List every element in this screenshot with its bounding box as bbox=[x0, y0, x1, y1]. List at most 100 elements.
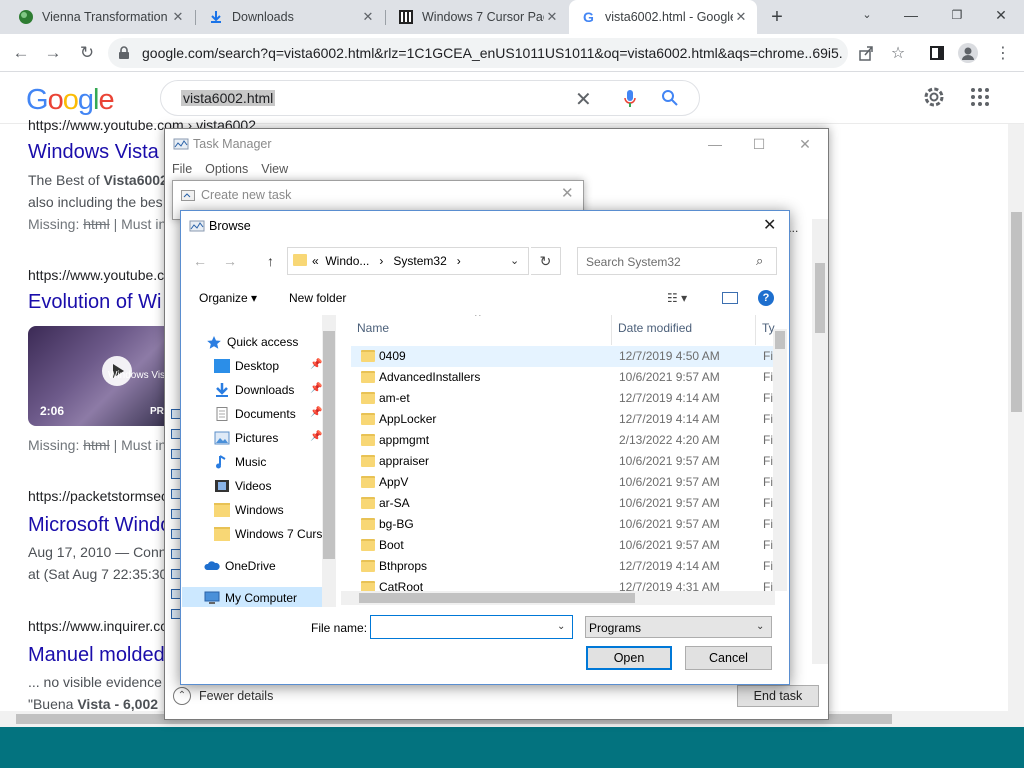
file-row[interactable]: Boot 10/6/2021 9:57 AM Fi bbox=[351, 535, 775, 556]
file-list-scrollbar[interactable] bbox=[773, 329, 787, 591]
column-date-modified[interactable]: Date modified bbox=[618, 321, 692, 335]
close-icon[interactable]: ✕ bbox=[544, 9, 560, 25]
minimize-icon[interactable]: — bbox=[695, 133, 735, 155]
nav-downloads[interactable]: Downloads 📌 bbox=[214, 379, 322, 401]
maximize-icon[interactable]: ☐ bbox=[739, 133, 779, 155]
page-scroll-thumb[interactable] bbox=[1011, 212, 1022, 412]
close-icon[interactable]: ✕ bbox=[170, 9, 186, 25]
new-folder-button[interactable]: New folder bbox=[289, 291, 346, 305]
file-row[interactable]: appraiser 10/6/2021 9:57 AM Fi bbox=[351, 451, 775, 472]
google-logo[interactable]: Google bbox=[26, 84, 115, 117]
pin-icon[interactable]: 📌 bbox=[310, 359, 322, 370]
pin-icon[interactable]: 📌 bbox=[310, 383, 322, 394]
column-name[interactable]: Name bbox=[357, 321, 389, 335]
result-url[interactable]: https://www.inquirer.cc bbox=[28, 618, 167, 634]
back-arrow-icon[interactable]: ← bbox=[8, 40, 34, 66]
menu-options[interactable]: Options bbox=[205, 162, 248, 176]
file-row[interactable]: am-et 12/7/2019 4:14 AM Fi bbox=[351, 388, 775, 409]
result-title[interactable]: Microsoft Windo bbox=[28, 514, 171, 537]
bookmark-star-icon[interactable]: ☆ bbox=[887, 42, 909, 64]
file-row[interactable]: AppV 10/6/2021 9:57 AM Fi bbox=[351, 472, 775, 493]
forward-arrow-icon[interactable]: → bbox=[40, 40, 66, 66]
nav-my-computer[interactable]: My Computer bbox=[182, 587, 322, 607]
close-icon[interactable]: ✕ bbox=[733, 9, 749, 25]
file-list-scroll-thumb[interactable] bbox=[775, 331, 785, 349]
chevron-down-icon[interactable]: ⌄ bbox=[756, 621, 764, 632]
file-row[interactable]: AppLocker 12/7/2019 4:14 AM Fi bbox=[351, 409, 775, 430]
nav-pane-scroll-thumb[interactable] bbox=[323, 331, 335, 559]
window-close-icon[interactable]: ✕ bbox=[785, 133, 825, 155]
microphone-icon[interactable] bbox=[623, 89, 637, 112]
cancel-button[interactable]: Cancel bbox=[685, 646, 772, 670]
tab-vienna-transformation[interactable]: Vienna Transformation ✕ bbox=[6, 0, 194, 34]
address-breadcrumb-bar[interactable]: « Windo... › System32 › ⌄ bbox=[287, 247, 529, 275]
breadcrumb-windows[interactable]: Windo... bbox=[325, 254, 369, 268]
share-icon[interactable] bbox=[855, 42, 877, 64]
breadcrumb-overflow[interactable]: « bbox=[312, 254, 319, 268]
profile-avatar-icon[interactable] bbox=[957, 42, 979, 64]
organize-button[interactable]: Organize ▾ bbox=[199, 291, 257, 305]
chevron-down-icon[interactable]: ⌄ bbox=[510, 254, 519, 267]
tab-search-chevron-icon[interactable]: ⌄ bbox=[844, 0, 890, 30]
help-icon[interactable]: ? bbox=[758, 290, 774, 306]
kebab-menu-icon[interactable]: ⋮ bbox=[992, 42, 1014, 64]
new-tab-button[interactable]: + bbox=[766, 4, 788, 30]
file-row[interactable]: CatRoot 12/7/2019 4:31 AM Fi bbox=[351, 577, 775, 591]
column-divider[interactable] bbox=[611, 315, 612, 345]
file-type-select[interactable]: Programs ⌄ bbox=[585, 616, 772, 638]
search-system32-box[interactable]: Search System32 ⌕ bbox=[577, 247, 777, 275]
video-thumbnail[interactable]: Windows Vista 2:06 PR bbox=[28, 326, 178, 426]
nav-desktop[interactable]: Desktop 📌 bbox=[214, 355, 322, 377]
preview-pane-icon[interactable] bbox=[722, 292, 738, 304]
back-arrow-icon[interactable]: ← bbox=[193, 253, 207, 269]
pin-icon[interactable]: 📌 bbox=[310, 407, 322, 418]
file-row[interactable]: appmgmt 2/13/2022 4:20 AM Fi bbox=[351, 430, 775, 451]
end-task-button[interactable]: End task bbox=[737, 685, 819, 707]
result-title[interactable]: Evolution of Wi bbox=[28, 291, 161, 314]
forward-arrow-icon[interactable]: → bbox=[223, 253, 237, 269]
result-url[interactable]: https://packetstormsec bbox=[28, 488, 168, 504]
file-row[interactable]: ar-SA 10/6/2021 9:57 AM Fi bbox=[351, 493, 775, 514]
menu-view[interactable]: View bbox=[261, 162, 288, 176]
nav-onedrive[interactable]: OneDrive bbox=[204, 555, 276, 577]
process-scroll-thumb[interactable] bbox=[815, 263, 825, 333]
settings-gear-icon[interactable] bbox=[922, 85, 946, 112]
nav-documents[interactable]: Documents 📌 bbox=[214, 403, 322, 425]
address-bar[interactable]: google.com/search?q=vista6002.html&rlz=1… bbox=[108, 38, 848, 68]
up-arrow-icon[interactable]: ↑ bbox=[267, 253, 274, 269]
menu-file[interactable]: File bbox=[172, 162, 192, 176]
breadcrumb-system32[interactable]: System32 bbox=[393, 254, 446, 268]
reload-icon[interactable]: ↻ bbox=[74, 40, 100, 66]
file-row[interactable]: 0409 12/7/2019 4:50 AM Fi bbox=[351, 346, 775, 367]
open-button[interactable]: Open bbox=[586, 646, 672, 670]
nav-pictures[interactable]: Pictures 📌 bbox=[214, 427, 322, 449]
file-name-input[interactable]: ⌄ bbox=[370, 615, 573, 639]
nav-quick-access[interactable]: Quick access bbox=[206, 331, 298, 353]
dialog-close-icon[interactable]: ✕ bbox=[561, 184, 574, 202]
tab-downloads[interactable]: Downloads ✕ bbox=[196, 0, 384, 34]
minimize-icon[interactable]: — bbox=[888, 0, 934, 30]
file-row[interactable]: bg-BG 10/6/2021 9:57 AM Fi bbox=[351, 514, 775, 535]
nav-windows[interactable]: Windows bbox=[214, 499, 284, 521]
refresh-icon[interactable]: ↻ bbox=[531, 247, 561, 275]
side-panel-icon[interactable] bbox=[926, 42, 948, 64]
nav-videos[interactable]: Videos bbox=[214, 475, 271, 497]
close-icon[interactable]: ✕ bbox=[360, 9, 376, 25]
file-list-hscroll-thumb[interactable] bbox=[359, 593, 635, 603]
restore-icon[interactable]: ❐ bbox=[934, 0, 980, 30]
google-search-box[interactable]: vista6002.html ✕ bbox=[160, 80, 700, 116]
fewer-details-toggle[interactable]: ⌃ Fewer details bbox=[173, 687, 273, 705]
file-row[interactable]: Bthprops 12/7/2019 4:14 AM Fi bbox=[351, 556, 775, 577]
result-title[interactable]: Manuel molded bbox=[28, 644, 165, 667]
pin-icon[interactable]: 📌 bbox=[310, 431, 322, 442]
file-row[interactable]: AdvancedInstallers 10/6/2021 9:57 AM Fi bbox=[351, 367, 775, 388]
breadcrumb-separator[interactable]: › bbox=[457, 254, 461, 268]
window-close-icon[interactable]: ✕ bbox=[978, 0, 1024, 30]
tab-google-search[interactable]: G vista6002.html - Google ✕ bbox=[569, 0, 757, 34]
search-query[interactable]: vista6002.html bbox=[181, 90, 276, 106]
nav-music[interactable]: Music bbox=[214, 451, 266, 473]
apps-grid-icon[interactable] bbox=[970, 87, 990, 110]
breadcrumb-separator[interactable]: › bbox=[379, 254, 383, 268]
dialog-close-icon[interactable]: ✕ bbox=[763, 215, 776, 235]
result-url[interactable]: https://www.youtube.c bbox=[28, 267, 164, 283]
